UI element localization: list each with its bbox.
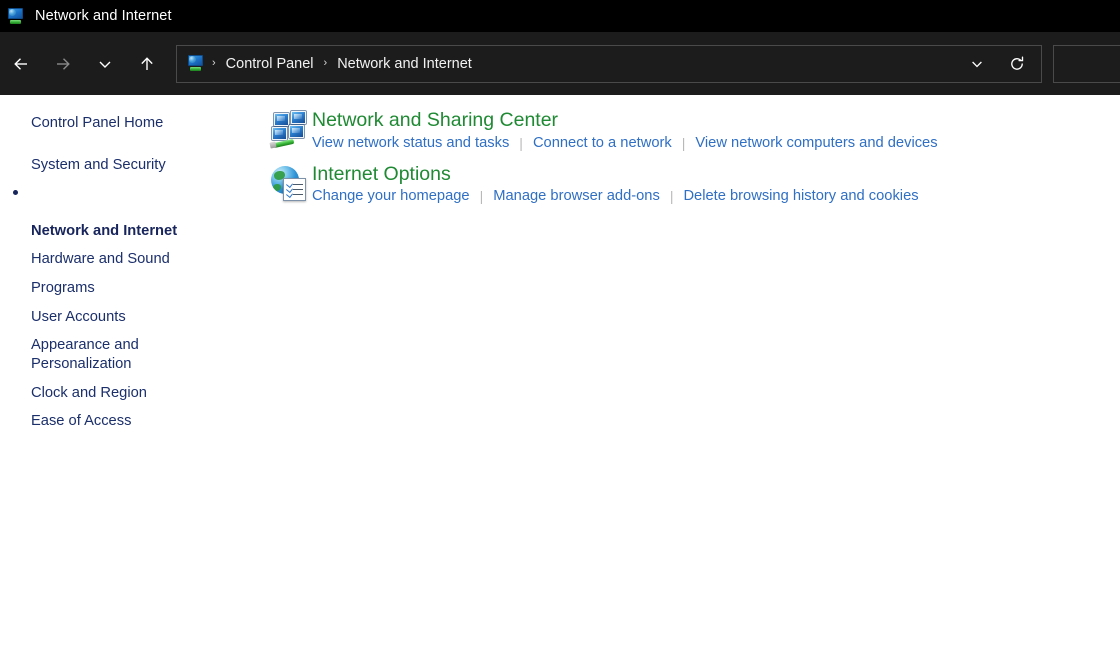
forward-button[interactable]	[42, 44, 84, 84]
link-separator: |	[479, 188, 484, 205]
section-body: Internet Options Change your homepage | …	[312, 163, 919, 205]
search-input[interactable]	[1053, 44, 1120, 83]
sidebar-item-programs[interactable]: Programs	[0, 274, 258, 303]
content-area: Control Panel Home System and Security N…	[0, 95, 1120, 652]
address-bar-control-panel-network-icon[interactable]	[187, 55, 205, 72]
breadcrumb-separator-icon: ›	[212, 57, 216, 69]
link-view-network-status-and-tasks[interactable]: View network status and tasks	[312, 135, 509, 151]
refresh-button[interactable]	[997, 46, 1037, 82]
section-icon-wrapper	[266, 109, 312, 149]
sidebar-item-clock-and-region[interactable]: Clock and Region	[0, 379, 258, 408]
section-links: Change your homepage | Manage browser ad…	[312, 188, 919, 204]
link-separator: |	[519, 134, 523, 151]
control-panel-network-icon	[7, 7, 25, 25]
network-and-sharing-center-icon[interactable]	[269, 111, 308, 149]
breadcrumb-separator-icon: ›	[323, 57, 328, 69]
up-button[interactable]	[126, 44, 168, 84]
sidebar-item-control-panel-home[interactable]: Control Panel Home	[0, 109, 258, 138]
sidebar-item-ease-of-access[interactable]: Ease of Access	[0, 407, 258, 436]
sidebar-item-hardware-and-sound[interactable]: Hardware and Sound	[0, 245, 258, 274]
address-bar[interactable]: › Control Panel › Network and Internet	[176, 44, 1042, 83]
link-change-your-homepage[interactable]: Change your homepage	[312, 188, 470, 204]
section-body: Network and Sharing Center View network …	[312, 109, 938, 151]
breadcrumb-item-network-and-internet[interactable]: Network and Internet	[334, 54, 475, 74]
section-title-internet-options[interactable]: Internet Options	[312, 163, 919, 186]
section-icon-wrapper	[266, 163, 312, 203]
address-dropdown-button[interactable]	[957, 46, 997, 82]
sidebar: Control Panel Home System and Security N…	[0, 95, 258, 652]
sidebar-item-system-and-security[interactable]: System and Security	[0, 151, 258, 180]
window-title: Network and Internet	[35, 8, 172, 24]
sidebar-item-user-accounts[interactable]: User Accounts	[0, 303, 258, 332]
section-links: View network status and tasks | Connect …	[312, 135, 938, 151]
back-button[interactable]	[0, 44, 42, 84]
section-title-network-and-sharing-center[interactable]: Network and Sharing Center	[312, 109, 938, 132]
sidebar-item-label: Network and Internet	[31, 222, 178, 239]
link-delete-browsing-history-and-cookies[interactable]: Delete browsing history and cookies	[683, 188, 918, 204]
selected-bullet-icon	[13, 190, 18, 196]
section-network-and-sharing-center: Network and Sharing Center View network …	[266, 109, 1120, 151]
main-panel: Network and Sharing Center View network …	[258, 95, 1120, 652]
breadcrumb-item-control-panel[interactable]: Control Panel	[223, 54, 317, 74]
title-bar: Network and Internet	[0, 0, 1120, 32]
breadcrumb: › Control Panel › Network and Internet	[187, 54, 957, 74]
internet-options-icon[interactable]	[270, 165, 308, 203]
sidebar-item-network-and-internet[interactable]: Network and Internet	[0, 179, 258, 245]
recent-locations-button[interactable]	[84, 44, 126, 84]
link-view-network-computers-and-devices[interactable]: View network computers and devices	[695, 135, 937, 151]
navigation-toolbar: › Control Panel › Network and Internet	[0, 32, 1120, 95]
sidebar-item-appearance-and-personalization[interactable]: Appearance and Personalization	[0, 331, 258, 378]
link-separator: |	[681, 134, 686, 151]
section-internet-options: Internet Options Change your homepage | …	[266, 163, 1120, 205]
link-manage-browser-add-ons[interactable]: Manage browser add-ons	[493, 188, 660, 204]
link-separator: |	[669, 188, 674, 205]
link-connect-to-a-network[interactable]: Connect to a network	[533, 135, 672, 151]
